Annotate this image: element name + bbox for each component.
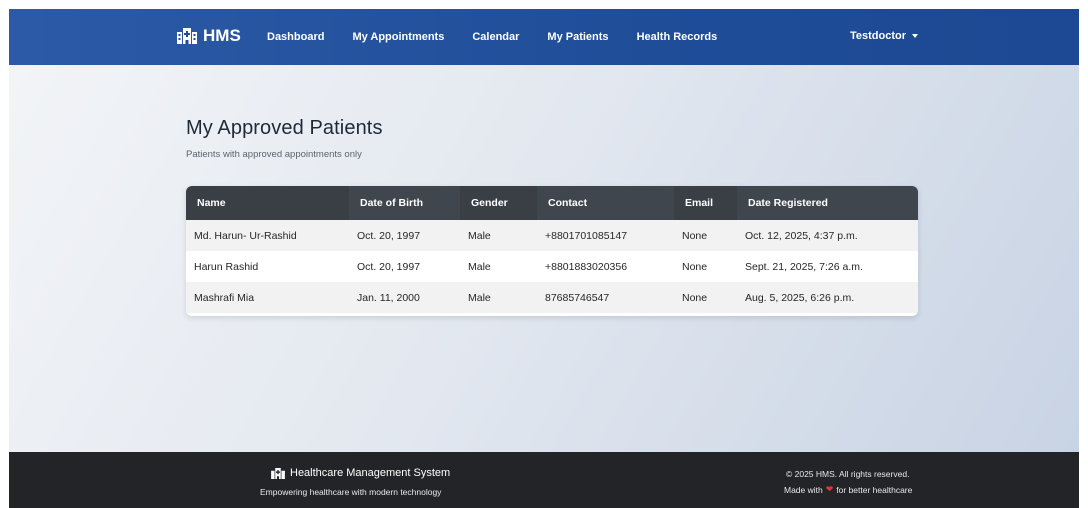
top-navbar: HMS Dashboard My Appointments Calendar M…: [9, 9, 1079, 65]
patients-table-card: Name Date of Birth Gender Contact Email …: [186, 186, 918, 316]
footer-made-with-love: Made with ❤ for better healthcare: [784, 484, 912, 495]
heart-icon: ❤: [825, 484, 834, 494]
page-subtitle: Patients with approved appointments only: [186, 149, 362, 160]
footer-brand-text: Healthcare Management System: [290, 467, 451, 479]
footer-tagline: Empowering healthcare with modern techno…: [260, 487, 442, 497]
nav-calendar[interactable]: Calendar: [472, 31, 519, 43]
cell-contact: 87685746547: [545, 291, 610, 304]
app-frame: HMS Dashboard My Appointments Calendar M…: [9, 9, 1079, 508]
hospital-icon: [271, 467, 285, 479]
footer-copyright: © 2025 HMS. All rights reserved.: [786, 469, 910, 479]
nav-dashboard[interactable]: Dashboard: [267, 31, 324, 43]
cell-dob: Jan. 11, 2000: [357, 291, 420, 304]
caret-down-icon: [912, 34, 919, 38]
cell-gender: Male: [468, 229, 491, 242]
col-header-dob: Date of Birth: [349, 186, 460, 220]
brand-text: HMS: [203, 26, 241, 45]
cell-dob: Oct. 20, 1997: [357, 229, 421, 242]
table-header-row: Name Date of Birth Gender Contact Email …: [186, 186, 918, 220]
footer-love-suffix: for better healthcare: [836, 484, 913, 495]
table-row: Harun Rashid Oct. 20, 1997 Male +8801883…: [186, 251, 918, 282]
cell-email: None: [682, 291, 708, 304]
cell-email: None: [682, 260, 708, 273]
nav-health-records[interactable]: Health Records: [637, 31, 718, 43]
cell-date-registered: Sept. 21, 2025, 7:26 a.m.: [745, 260, 863, 273]
cell-gender: Male: [468, 291, 491, 304]
brand-logo[interactable]: HMS: [177, 26, 241, 46]
table-row: Mashrafi Mia Jan. 11, 2000 Male 87685746…: [186, 282, 918, 313]
main-content: My Approved Patients Patients with appro…: [9, 65, 1079, 452]
col-header-contact: Contact: [537, 186, 674, 220]
cell-date-registered: Oct. 12, 2025, 4:37 p.m.: [745, 229, 858, 242]
user-name: Testdoctor: [850, 30, 907, 42]
nav-my-patients[interactable]: My Patients: [547, 31, 608, 43]
cell-contact: +8801701085147: [545, 229, 628, 242]
table-row: Md. Harun- Ur-Rashid Oct. 20, 1997 Male …: [186, 220, 918, 251]
cell-name: Md. Harun- Ur-Rashid: [194, 229, 297, 242]
page-title: My Approved Patients: [186, 117, 383, 139]
hospital-icon: [177, 28, 197, 44]
patients-table: Name Date of Birth Gender Contact Email …: [186, 186, 918, 313]
col-header-date-registered: Date Registered: [737, 186, 918, 220]
cell-contact: +8801883020356: [545, 260, 628, 273]
nav-links: Dashboard My Appointments Calendar My Pa…: [267, 9, 745, 65]
col-header-email: Email: [674, 186, 737, 220]
footer-love-prefix: Made with: [784, 484, 823, 495]
cell-gender: Male: [468, 260, 491, 273]
cell-dob: Oct. 20, 1997: [357, 260, 421, 273]
cell-name: Mashrafi Mia: [194, 291, 255, 304]
col-header-gender: Gender: [460, 186, 537, 220]
cell-email: None: [682, 229, 708, 242]
footer-brand: Healthcare Management System: [271, 467, 450, 479]
nav-my-appointments[interactable]: My Appointments: [352, 31, 444, 43]
site-footer: Healthcare Management System Empowering …: [9, 452, 1079, 508]
cell-date-registered: Aug. 5, 2025, 6:26 p.m.: [745, 291, 855, 304]
col-header-name: Name: [186, 186, 349, 220]
user-menu-dropdown[interactable]: Testdoctor: [850, 30, 919, 42]
cell-name: Harun Rashid: [194, 260, 259, 273]
